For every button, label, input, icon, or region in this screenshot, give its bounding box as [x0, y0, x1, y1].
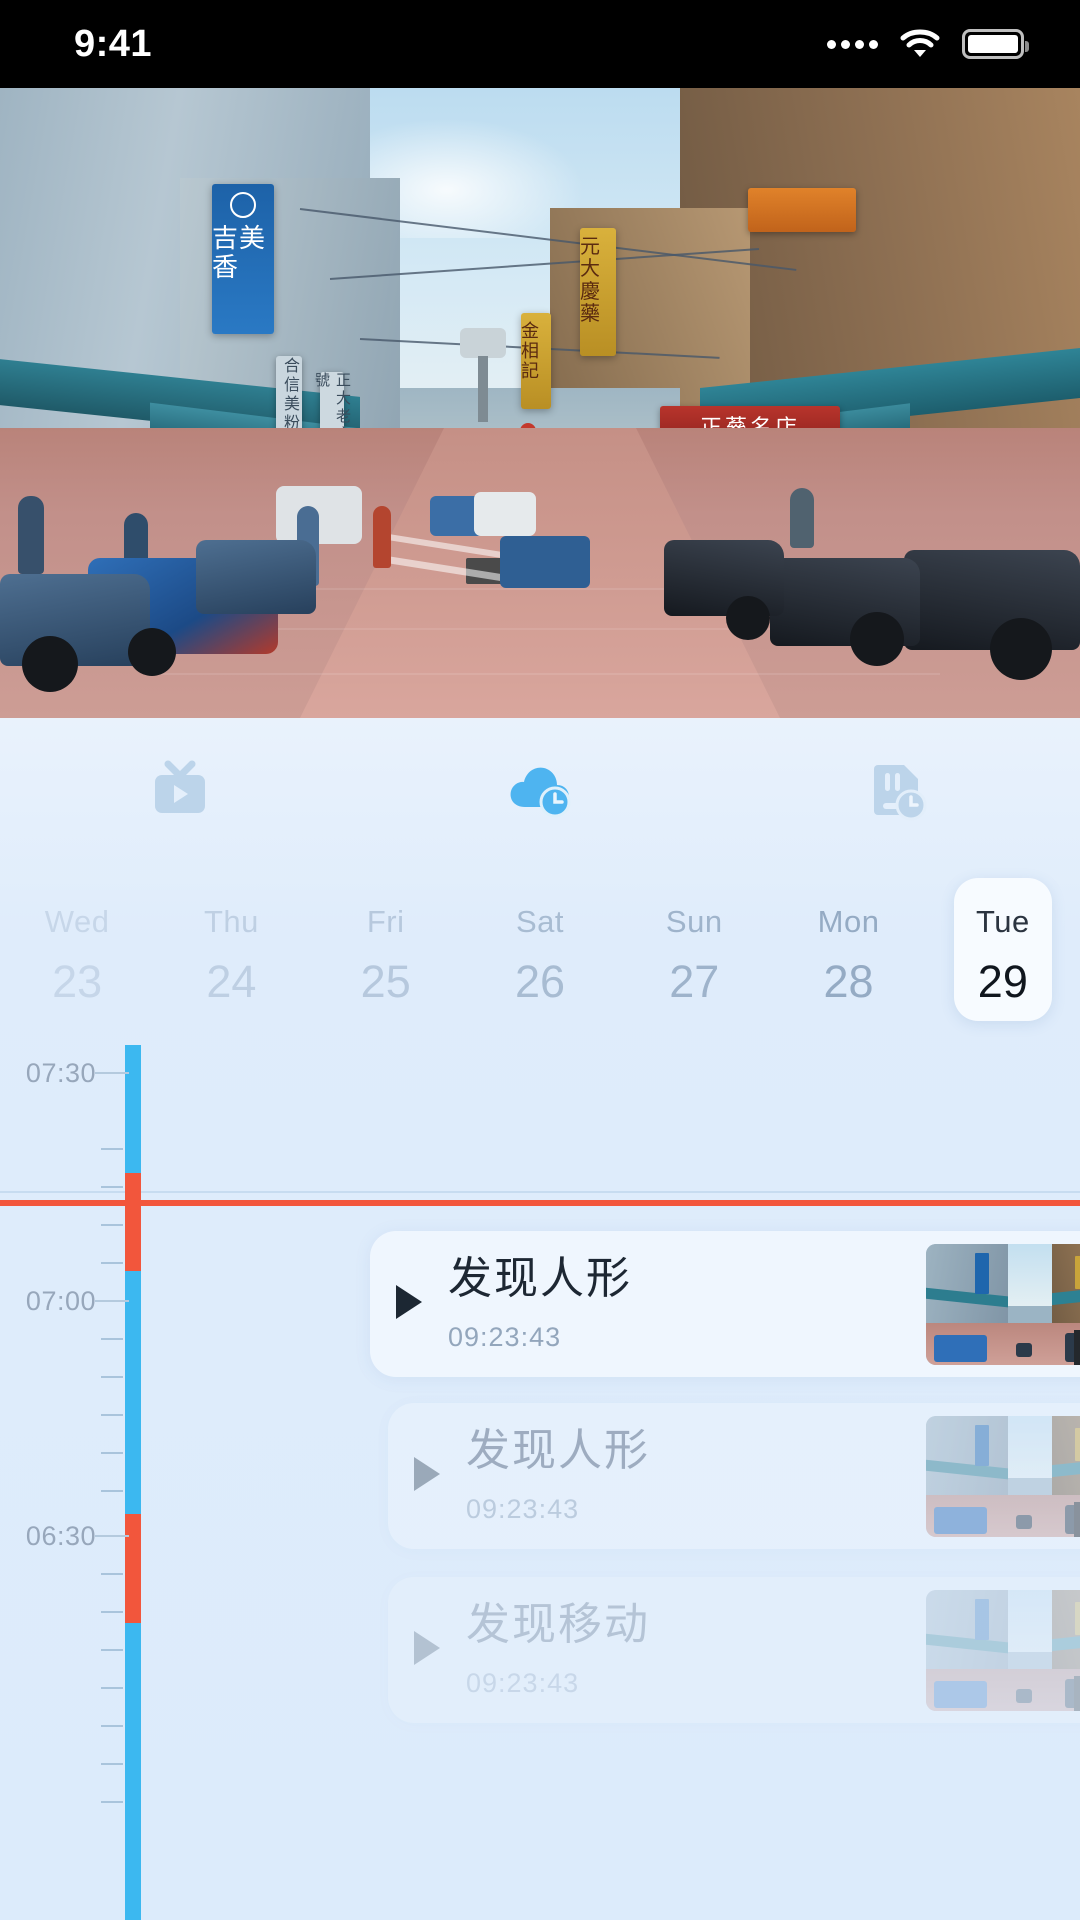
event-card-text: 发现人形 09:23:43 [466, 1426, 926, 1524]
scooter-wheel [990, 618, 1052, 680]
brick-line [160, 673, 940, 675]
date-number: 29 [977, 955, 1028, 1007]
event-time: 09:23:43 [466, 1667, 580, 1698]
camera-live-video[interactable]: 吉美香 吉美香 元大慶藥 金相記 正蔘名店 合信美粉行 正大老字號 [0, 88, 1080, 718]
date-number: 27 [669, 955, 720, 1007]
signal-dots-icon [827, 39, 878, 49]
status-time: 9:41 [74, 22, 153, 65]
tv-play-icon [148, 760, 212, 825]
cyclist [373, 506, 391, 568]
date-number: 24 [206, 955, 257, 1007]
shop-banner-jinxiangji: 金相記 [521, 313, 551, 409]
date-dow: Fri [366, 903, 405, 939]
scooter-wheel [850, 612, 904, 666]
date-number: 25 [360, 955, 411, 1007]
event-duration-badge: 23" [1074, 1501, 1080, 1537]
date-number: 26 [514, 955, 566, 1007]
event-title: 发现移动 [466, 1600, 650, 1650]
shop-sign-orange [748, 188, 856, 232]
playback-panel: Wed 23 Thu 24 Fri 25 Sat 26 Sun 27 Mon 2… [0, 718, 1080, 1920]
scooter-wheel [128, 628, 176, 676]
battery-full-icon [962, 29, 1029, 59]
event-thumbnail[interactable]: 23" [926, 1243, 1080, 1365]
event-duration-badge: 23" [1074, 1675, 1080, 1711]
scooter-mid [500, 536, 590, 588]
tab-sdcard-playback[interactable] [720, 718, 1080, 866]
date-dow: Wed [44, 903, 110, 939]
scooter-wheel [726, 596, 770, 640]
date-item-wed-23[interactable]: Wed 23 [0, 906, 154, 1004]
parked-car [474, 492, 536, 536]
event-card-active[interactable]: 发现人形 09:23:43 23" [370, 1231, 1080, 1377]
date-number: 28 [823, 955, 874, 1007]
date-dow: Sun [665, 903, 723, 939]
pedestrian [18, 496, 44, 574]
date-item-thu-24[interactable]: Thu 24 [154, 906, 308, 1004]
event-card-text: 发现人形 09:23:43 [448, 1254, 926, 1352]
event-card[interactable]: 发现移动 09:23:43 23" [388, 1577, 1080, 1723]
event-time: 09:23:43 [448, 1321, 562, 1352]
status-indicators [827, 29, 1029, 59]
view-mode-tabs [0, 718, 1080, 866]
tab-cloud-playback[interactable] [360, 718, 720, 866]
scooter-wheel [22, 636, 78, 692]
event-title: 发现人形 [466, 1426, 650, 1476]
date-row: Wed 23 Thu 24 Fri 25 Sat 26 Sun 27 Mon 2… [0, 866, 1080, 1043]
date-item-mon-28[interactable]: Mon 28 [771, 906, 925, 1004]
play-triangle-icon[interactable] [392, 1282, 426, 1327]
date-dow: Tue [975, 903, 1030, 939]
street-lamp [460, 328, 506, 358]
date-selector[interactable]: Wed 23 Thu 24 Fri 25 Sat 26 Sun 27 Mon 2… [0, 866, 1080, 1193]
tab-live-view[interactable] [0, 718, 360, 866]
video-frame: 吉美香 吉美香 元大慶藥 金相記 正蔘名店 合信美粉行 正大老字號 [0, 88, 1080, 718]
date-item-fri-25[interactable]: Fri 25 [309, 906, 463, 1004]
cloud-clock-icon [507, 761, 573, 824]
event-list: 发现人形 09:23:43 23" [0, 1045, 1080, 1920]
wifi-icon [900, 29, 940, 59]
date-item-sat-26[interactable]: Sat 26 [463, 906, 617, 1004]
event-time: 09:23:43 [466, 1493, 580, 1524]
event-title: 发现人形 [448, 1254, 632, 1304]
play-triangle-icon[interactable] [410, 1454, 444, 1499]
thumbnail-scene [926, 1589, 1080, 1711]
event-card[interactable]: 发现人形 09:23:43 23" [388, 1403, 1080, 1549]
parked-van [276, 486, 362, 544]
date-dow: Sat [515, 903, 564, 939]
date-item-tue-29-selected[interactable]: Tue 29 [926, 877, 1080, 1021]
status-bar: 9:41 [0, 0, 1080, 88]
event-thumbnail[interactable]: 23" [926, 1415, 1080, 1537]
event-duration-badge: 23" [1074, 1329, 1080, 1365]
play-triangle-icon[interactable] [410, 1628, 444, 1673]
pedestrian [790, 488, 814, 548]
event-thumbnail[interactable]: 23" [926, 1589, 1080, 1711]
shop-banner-jimeixiang: 吉美香 [212, 184, 274, 334]
shop-banner-yuanda: 元大慶藥 [580, 228, 616, 356]
lamp-post [478, 356, 488, 422]
event-card-text: 发现移动 09:23:43 [466, 1600, 926, 1698]
sdcard-clock-icon [870, 759, 930, 826]
date-number: 23 [52, 955, 103, 1007]
date-item-sun-27[interactable]: Sun 27 [617, 906, 771, 1004]
thumbnail-scene [926, 1415, 1080, 1537]
thumbnail-scene [926, 1243, 1080, 1365]
scooter-left [196, 540, 316, 614]
date-dow: Thu [203, 903, 259, 939]
date-dow: Mon [817, 903, 880, 939]
